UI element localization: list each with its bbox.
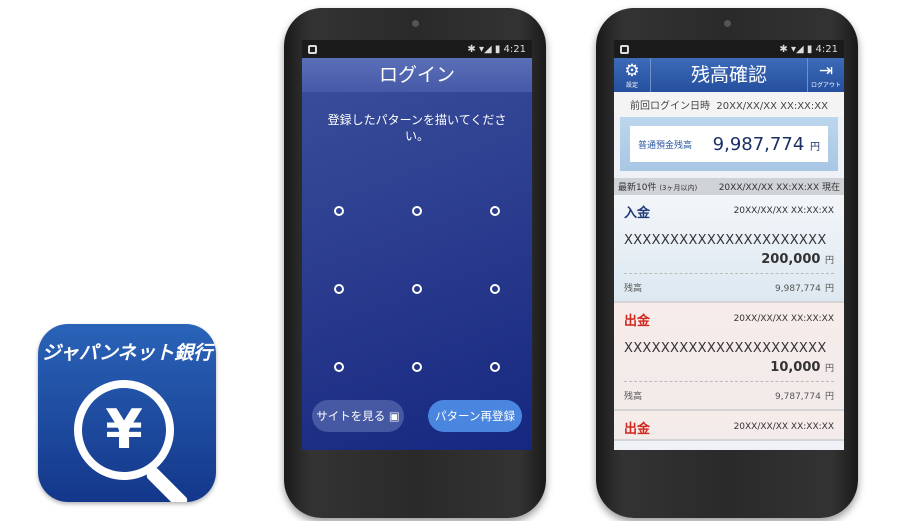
tx-date: 20XX/XX/XX XX:XX:XX bbox=[733, 206, 834, 216]
tx-description: XXXXXXXXXXXXXXXXXXXXXX bbox=[624, 341, 827, 356]
yen-unit: 円 bbox=[810, 141, 820, 153]
tx-type: 出金 bbox=[624, 421, 651, 437]
tx-date: 20XX/XX/XX XX:XX:XX bbox=[733, 422, 834, 432]
view-site-button[interactable]: サイトを見る ▣ bbox=[312, 400, 404, 432]
instruction-text: 登録したパターンを描いてください。 bbox=[327, 113, 507, 143]
tx-type: 出金 bbox=[624, 313, 651, 329]
settings-label: 設定 bbox=[625, 82, 638, 89]
app-name: ジャパンネット銀行 bbox=[41, 342, 213, 364]
account-balance-box: 普通預金残高 9,987,774 円 bbox=[620, 117, 838, 171]
yen-magnifier-icon: ¥ bbox=[74, 380, 174, 480]
pattern-dot[interactable] bbox=[334, 284, 344, 294]
last-login-value: 20XX/XX/XX XX:XX:XX bbox=[716, 101, 828, 112]
status-bar: ✱ ▾◢ ▮ 4:21 bbox=[614, 40, 844, 58]
logout-icon: ⇥ bbox=[818, 61, 834, 81]
tx-amount: 200,000 bbox=[761, 252, 821, 267]
tx-type: 入金 bbox=[624, 205, 651, 221]
logout-label: ログアウト bbox=[810, 82, 841, 89]
pattern-grid[interactable] bbox=[324, 198, 510, 378]
balance-screen: ✱ ▾◢ ▮ 4:21 ⚙ 設定 残高確認 ⇥ ログアウト 前回ログイン日時 20X… bbox=[614, 40, 844, 450]
login-screen: ✱ ▾◢ ▮ 4:21 ログイン 登録したパターンを描いてください。 サイトを見… bbox=[302, 40, 532, 450]
pattern-dot[interactable] bbox=[490, 206, 500, 216]
recent-label: 最新10件 bbox=[618, 183, 657, 193]
yen-unit: 円 bbox=[824, 364, 834, 374]
transaction-row: 出金 20XX/XX/XX XX:XX:XX bbox=[614, 411, 844, 441]
pattern-dot[interactable] bbox=[334, 362, 344, 372]
logout-button[interactable]: ⇥ ログアウト bbox=[807, 58, 844, 92]
tx-date: 20XX/XX/XX XX:XX:XX bbox=[733, 314, 834, 324]
pattern-dot[interactable] bbox=[412, 284, 422, 294]
settings-button[interactable]: ⚙ 設定 bbox=[614, 58, 651, 92]
gear-icon: ⚙ bbox=[624, 61, 640, 81]
phone-login: ✱ ▾◢ ▮ 4:21 ログイン 登録したパターンを描いてください。 サイトを見… bbox=[284, 8, 546, 518]
pattern-dot[interactable] bbox=[412, 362, 422, 372]
tx-balance-label: 残高 bbox=[624, 392, 643, 402]
yen-unit: 円 bbox=[824, 284, 834, 294]
page-title: ログイン bbox=[302, 58, 532, 92]
camera bbox=[412, 20, 419, 27]
clock: 4:21 bbox=[503, 43, 526, 55]
reregister-pattern-button[interactable]: パターン再登録 bbox=[428, 400, 522, 432]
phone-balance: ✱ ▾◢ ▮ 4:21 ⚙ 設定 残高確認 ⇥ ログアウト 前回ログイン日時 20X… bbox=[596, 8, 858, 518]
last-login-label: 前回ログイン日時 bbox=[630, 101, 711, 112]
status-icons: ✱ ▾◢ ▮ 4:21 bbox=[779, 43, 838, 55]
tx-balance: 9,787,774 bbox=[775, 392, 821, 402]
notification-icon bbox=[308, 44, 317, 54]
pattern-dot[interactable] bbox=[334, 206, 344, 216]
yen-unit: 円 bbox=[824, 392, 834, 402]
status-time: ✱ ▾◢ ▮ 4:21 bbox=[467, 43, 526, 55]
transaction-row: 入金 20XX/XX/XX XX:XX:XX XXXXXXXXXXXXXXXXXX… bbox=[614, 195, 844, 303]
magnifier-handle bbox=[145, 466, 189, 502]
tx-balance: 9,987,774 bbox=[775, 284, 821, 294]
account-amount: 9,987,774 bbox=[712, 133, 805, 155]
view-site-label: サイトを見る bbox=[316, 409, 386, 423]
tx-amount: 10,000 bbox=[770, 360, 821, 375]
as-of: 20XX/XX/XX XX:XX:XX 現在 bbox=[718, 183, 840, 193]
tx-description: XXXXXXXXXXXXXXXXXXXXXX bbox=[624, 233, 827, 248]
status-bar: ✱ ▾◢ ▮ 4:21 bbox=[302, 40, 532, 58]
pattern-dot[interactable] bbox=[490, 362, 500, 372]
transaction-row: 出金 20XX/XX/XX XX:XX:XX XXXXXXXXXXXXXXXXXX… bbox=[614, 303, 844, 411]
recent-sub: (3ヶ月以内) bbox=[659, 184, 698, 192]
yen-unit: 円 bbox=[824, 256, 834, 266]
app-icon: ジャパンネット銀行 ¥ bbox=[38, 324, 216, 502]
notification-icon bbox=[620, 44, 629, 54]
tx-balance-label: 残高 bbox=[624, 284, 643, 294]
last-login: 前回ログイン日時 20XX/XX/XX XX:XX:XX bbox=[614, 92, 844, 117]
camera bbox=[724, 20, 731, 27]
recent-header: 最新10件 (3ヶ月以内) 20XX/XX/XX XX:XX:XX 現在 bbox=[614, 178, 844, 195]
browser-icon: ▣ bbox=[388, 409, 400, 423]
clock: 4:21 bbox=[815, 43, 838, 55]
account-label: 普通預金残高 bbox=[638, 140, 693, 151]
pattern-dot[interactable] bbox=[490, 284, 500, 294]
pattern-dot[interactable] bbox=[412, 206, 422, 216]
page-title: 残高確認 bbox=[690, 64, 767, 86]
